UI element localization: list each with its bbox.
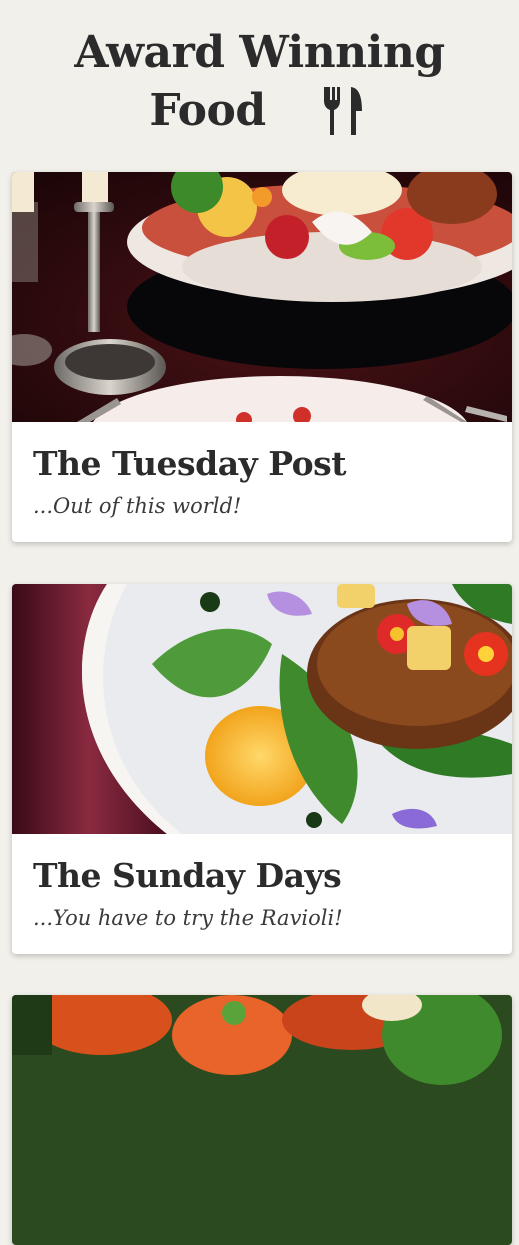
card-title[interactable]: The Sunday Days: [33, 856, 491, 896]
restaurant-card[interactable]: The Tuesday Post ...Out of this world!: [12, 172, 512, 542]
title-line-2: Food: [149, 85, 266, 136]
title-line-2-row: Food: [149, 82, 369, 140]
card-image-roasted-vegetables: [12, 995, 512, 1245]
title-line-1: Award Winning: [74, 27, 445, 78]
card-image-plated-dish: [12, 172, 512, 422]
card-title[interactable]: The Tuesday Post: [33, 444, 491, 484]
card-subtitle: ...Out of this world!: [33, 494, 242, 518]
page-title: Award Winning Food: [0, 24, 519, 140]
card-image-crispy-patty: [12, 584, 512, 834]
page-header: Award Winning Food: [0, 0, 519, 148]
card-subtitle: ...You have to try the Ravioli!: [33, 906, 343, 930]
card-body: The Tuesday Post ...Out of this world!: [12, 422, 512, 542]
restaurant-card[interactable]: [12, 995, 512, 1245]
fork-knife-icon: [323, 87, 362, 135]
card-body: The Sunday Days ...You have to try the R…: [12, 834, 512, 954]
restaurant-card[interactable]: The Sunday Days ...You have to try the R…: [12, 584, 512, 954]
